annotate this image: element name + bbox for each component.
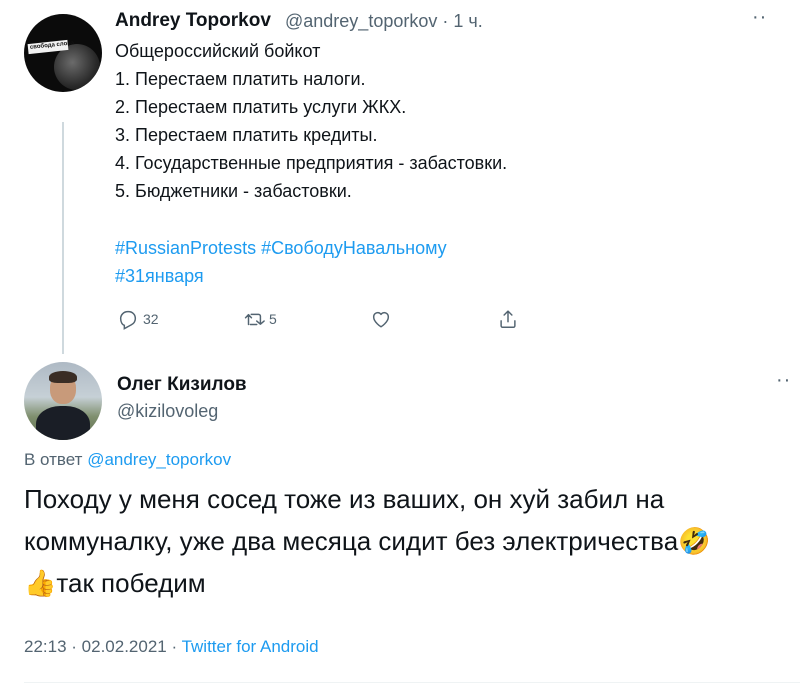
author-avatar[interactable]: свобода слова (24, 14, 102, 92)
thumbs-up-emoji-icon: 👍 (24, 569, 57, 599)
reply-icon (119, 310, 137, 330)
heart-icon (372, 311, 390, 328)
avatar-caption: свобода слова (29, 40, 75, 51)
tweet-text-line: 3. Перестаем платить кредиты. (115, 125, 378, 145)
like-button[interactable] (370, 308, 392, 330)
tweet-text-line: Походу у меня сосед тоже из ваших, он ху… (24, 484, 665, 514)
more-icon[interactable]: ·· (752, 6, 767, 29)
tweet-metadata: 22:13 · 02.02.2021 · Twitter for Android (24, 637, 319, 657)
tweet-text-line: коммуналку, уже два месяца сидит без эле… (24, 521, 711, 562)
tweet-source-link[interactable]: Twitter for Android (182, 637, 319, 656)
retweet-button[interactable]: 5 (243, 308, 277, 330)
reply-context: В ответ @andrey_toporkov (24, 450, 231, 470)
share-icon (500, 310, 516, 328)
avatar-face (54, 44, 100, 90)
reply-prefix: В ответ (24, 450, 83, 469)
reply-mention[interactable]: @andrey_toporkov (87, 450, 231, 469)
divider (24, 682, 800, 683)
thread-line (62, 122, 64, 354)
more-icon[interactable]: ·· (776, 369, 791, 392)
author-handle[interactable]: @andrey_toporkov (285, 11, 437, 31)
avatar-body (36, 406, 90, 440)
retweet-count: 5 (269, 311, 277, 327)
hashtag-line[interactable]: #31января (115, 262, 204, 290)
author-handle[interactable]: @kizilovoleg (117, 401, 218, 422)
author-name[interactable]: Andrey Toporkov (115, 10, 271, 32)
laughing-emoji-icon: 🤣 (678, 527, 711, 557)
author-avatar[interactable] (24, 362, 102, 440)
reply-count: 32 (143, 311, 159, 327)
tweet-text-line: Общероссийский бойкот (115, 41, 321, 61)
author-meta: @andrey_toporkov · 1 ч. (285, 11, 483, 32)
dot-separator: · (171, 637, 182, 656)
tweet-text: коммуналку, уже два месяца сидит без эле… (24, 526, 679, 556)
author-name[interactable]: Олег Кизилов (117, 374, 247, 396)
retweet-icon (244, 313, 265, 326)
tweet-time[interactable]: 22:13 (24, 637, 67, 656)
tweet-text-line: 2. Перестаем платить услуги ЖКХ. (115, 97, 407, 117)
share-button[interactable] (497, 308, 519, 330)
reply-button[interactable]: 32 (117, 308, 159, 330)
tweet-text-line: 5. Бюджетники - забастовки. (115, 181, 352, 201)
dot-separator: · (442, 11, 454, 31)
tweet-date[interactable]: 02.02.2021 (82, 637, 167, 656)
avatar-hair (49, 371, 77, 383)
dot-separator: · (71, 637, 82, 656)
time-ago[interactable]: 1 ч. (453, 11, 482, 31)
tweet-text-line: 4. Государственные предприятия - забасто… (115, 153, 508, 173)
tweet-text-line: 1. Перестаем платить налоги. (115, 69, 366, 89)
hashtag-line[interactable]: #RussianProtests #СвободуНавальному (115, 234, 447, 262)
tweet-text-line: 👍так победим (24, 563, 206, 604)
tweet-text: так победим (56, 568, 206, 598)
